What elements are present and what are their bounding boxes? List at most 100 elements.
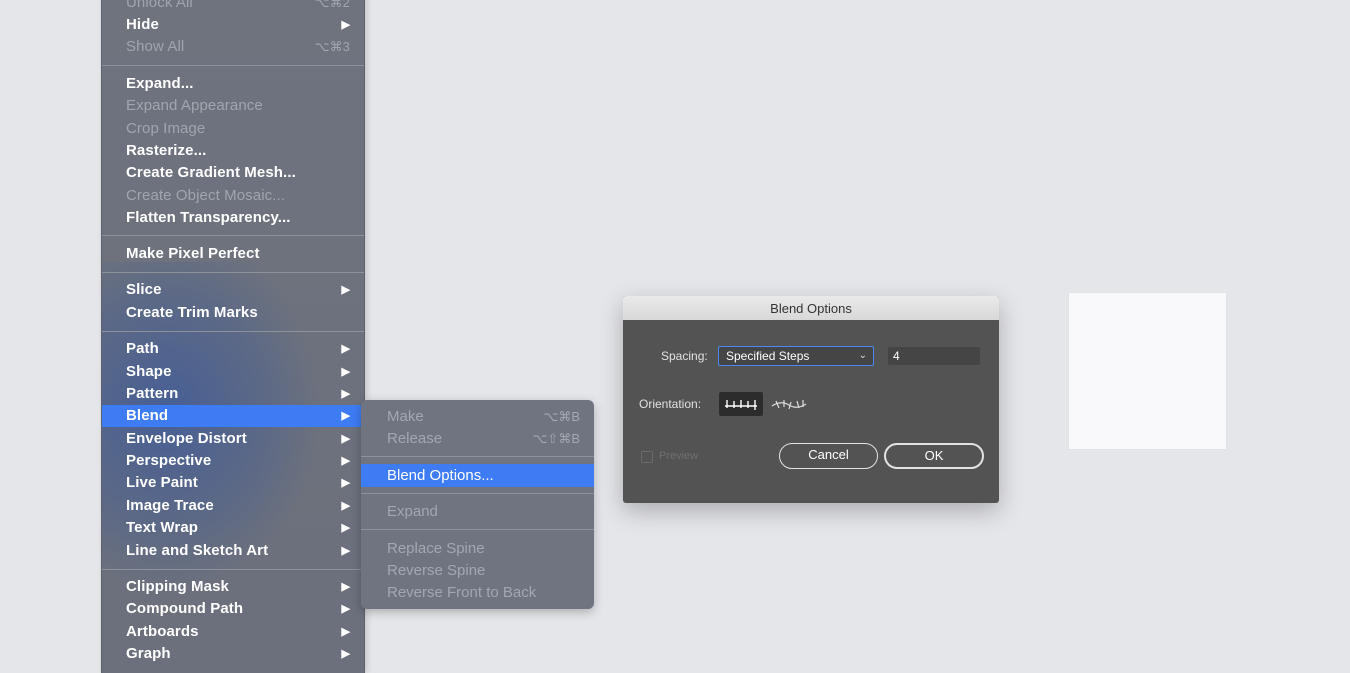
cancel-button[interactable]: Cancel — [779, 443, 878, 469]
submenu-item-release[interactable]: Release ⌥⇧⌘B — [361, 427, 594, 450]
spacing-select[interactable]: Specified Steps ⌄ — [718, 346, 874, 366]
menu-item-make-pixel-perfect[interactable]: Make Pixel Perfect — [102, 243, 364, 265]
submenu-item-label: Release — [387, 430, 443, 447]
menu-separator — [361, 529, 594, 530]
align-to-page-button[interactable] — [719, 392, 763, 416]
menu-item-create-gradient-mesh[interactable]: Create Gradient Mesh... — [102, 162, 364, 184]
ok-button[interactable]: OK — [884, 443, 984, 469]
menu-item-label: Crop Image — [126, 120, 206, 137]
spacing-select-value: Specified Steps — [726, 349, 810, 363]
submenu-item-shortcut: ⌥⇧⌘B — [532, 431, 580, 446]
menu-item-blend[interactable]: Blend ▶ — [102, 405, 364, 427]
menu-item-image-trace[interactable]: Image Trace ▶ — [102, 495, 364, 517]
menu-item-label: Artboards — [126, 623, 199, 640]
submenu-arrow-icon: ▶ — [341, 455, 350, 467]
submenu-arrow-icon: ▶ — [341, 522, 350, 534]
menu-item-shortcut: ⌥⌘3 — [314, 39, 350, 54]
menu-item-rasterize[interactable]: Rasterize... — [102, 140, 364, 162]
menu-item-line-and-sketch-art[interactable]: Line and Sketch Art ▶ — [102, 540, 364, 562]
menu-item-envelope-distort[interactable]: Envelope Distort ▶ — [102, 428, 364, 450]
submenu-arrow-icon: ▶ — [341, 410, 350, 422]
menu-item-label: Pattern — [126, 385, 179, 402]
menu-item-label: Blend — [126, 407, 169, 424]
submenu-arrow-icon: ▶ — [341, 433, 350, 445]
submenu-item-make[interactable]: Make ⌥⌘B — [361, 405, 594, 428]
preview-label: Preview — [659, 450, 699, 462]
align-to-page-icon — [725, 400, 757, 410]
menu-item-label: Expand... — [126, 75, 194, 92]
submenu-arrow-icon: ▶ — [341, 545, 350, 557]
menu-item-artboards[interactable]: Artboards ▶ — [102, 621, 364, 643]
menu-separator — [102, 65, 364, 66]
menu-item-label: Show All — [126, 38, 185, 55]
menu-item-shape[interactable]: Shape ▶ — [102, 361, 364, 383]
submenu-item-label: Replace Spine — [387, 540, 485, 557]
menu-item-clipping-mask[interactable]: Clipping Mask ▶ — [102, 576, 364, 598]
submenu-item-reverse-front-to-back[interactable]: Reverse Front to Back — [361, 581, 594, 604]
spacing-label: Spacing: — [661, 349, 708, 363]
menu-separator — [361, 493, 594, 494]
menu-item-show-all[interactable]: Show All ⌥⌘3 — [102, 36, 364, 58]
menu-item-flatten-transparency[interactable]: Flatten Transparency... — [102, 207, 364, 229]
submenu-item-reverse-spine[interactable]: Reverse Spine — [361, 559, 594, 582]
menu-item-label: Live Paint — [126, 474, 198, 491]
preview-checkbox[interactable] — [641, 451, 653, 463]
menu-item-label: Image Trace — [126, 497, 214, 514]
menu-item-label: Create Trim Marks — [126, 304, 258, 321]
menu-item-label: Shape — [126, 363, 172, 380]
submenu-item-label: Reverse Front to Back — [387, 584, 537, 601]
menu-item-crop-image[interactable]: Crop Image — [102, 118, 364, 140]
submenu-arrow-icon: ▶ — [341, 19, 350, 31]
menu-item-label: Path — [126, 340, 159, 357]
blend-submenu: Make ⌥⌘B Release ⌥⇧⌘B Blend Options... E… — [361, 400, 594, 609]
steps-input[interactable]: 4 — [888, 347, 980, 365]
submenu-arrow-icon: ▶ — [341, 477, 350, 489]
dialog-title: Blend Options — [623, 296, 999, 320]
submenu-item-shortcut: ⌥⌘B — [543, 409, 580, 424]
menu-item-create-trim-marks[interactable]: Create Trim Marks — [102, 302, 364, 324]
menu-item-perspective[interactable]: Perspective ▶ — [102, 450, 364, 472]
menu-item-label: Rasterize... — [126, 142, 207, 159]
menu-item-compound-path[interactable]: Compound Path ▶ — [102, 598, 364, 620]
submenu-item-blend-options[interactable]: Blend Options... — [361, 464, 594, 487]
menu-item-unlock-all[interactable]: Unlock All ⌥⌘2 — [102, 0, 364, 14]
menu-item-label: Slice — [126, 281, 162, 298]
submenu-item-label: Blend Options... — [387, 467, 494, 484]
menu-item-label: Graph — [126, 645, 171, 662]
submenu-item-label: Expand — [387, 503, 438, 520]
menu-item-expand[interactable]: Expand... — [102, 73, 364, 95]
menu-item-label: Envelope Distort — [126, 430, 247, 447]
submenu-arrow-icon: ▶ — [341, 581, 350, 593]
menu-item-expand-appearance[interactable]: Expand Appearance — [102, 95, 364, 117]
menu-item-live-paint[interactable]: Live Paint ▶ — [102, 472, 364, 494]
menu-item-pattern[interactable]: Pattern ▶ — [102, 383, 364, 405]
menu-separator — [102, 235, 364, 236]
menu-item-label: Text Wrap — [126, 519, 199, 536]
submenu-arrow-icon: ▶ — [341, 343, 350, 355]
menu-item-label: Create Object Mosaic... — [126, 187, 286, 204]
menu-item-label: Flatten Transparency... — [126, 209, 291, 226]
menu-item-hide[interactable]: Hide ▶ — [102, 14, 364, 36]
menu-item-label: Clipping Mask — [126, 578, 229, 595]
menu-item-path[interactable]: Path ▶ — [102, 338, 364, 360]
menu-item-label: Unlock All — [126, 0, 193, 11]
submenu-item-label: Reverse Spine — [387, 562, 486, 579]
menu-item-label: Make Pixel Perfect — [126, 245, 260, 262]
menu-item-label: Compound Path — [126, 600, 244, 617]
menu-item-label: Line and Sketch Art — [126, 542, 269, 559]
submenu-item-expand[interactable]: Expand — [361, 500, 594, 523]
menu-item-slice[interactable]: Slice ▶ — [102, 279, 364, 301]
submenu-arrow-icon: ▶ — [341, 648, 350, 660]
align-to-path-icon — [771, 400, 807, 410]
artboard-preview — [1069, 293, 1226, 449]
align-to-path-button[interactable] — [769, 392, 809, 416]
menu-item-create-object-mosaic[interactable]: Create Object Mosaic... — [102, 185, 364, 207]
menu-item-graph[interactable]: Graph ▶ — [102, 643, 364, 665]
menu-separator — [102, 331, 364, 332]
orientation-label: Orientation: — [639, 397, 702, 411]
menu-item-text-wrap[interactable]: Text Wrap ▶ — [102, 517, 364, 539]
submenu-arrow-icon: ▶ — [341, 388, 350, 400]
submenu-item-replace-spine[interactable]: Replace Spine — [361, 537, 594, 560]
blend-options-dialog: Blend Options Spacing: Specified Steps ⌄… — [623, 296, 999, 503]
menu-item-label: Expand Appearance — [126, 97, 263, 114]
